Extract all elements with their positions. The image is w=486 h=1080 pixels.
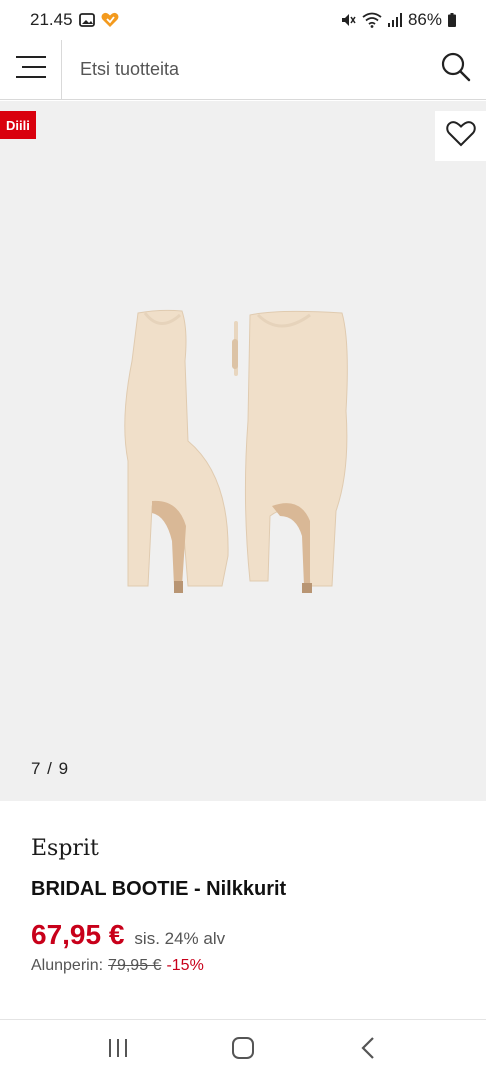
status-time: 21.45 [30,10,73,29]
back-button[interactable] [343,1025,393,1075]
product-brand[interactable]: Esprit [31,836,99,861]
wishlist-heart-icon [445,120,476,152]
heart-badge-icon [101,12,119,28]
signal-icon [387,13,402,27]
back-icon [360,1036,376,1065]
mute-icon [340,12,356,28]
wishlist-button[interactable] [435,111,486,161]
status-right: 86% [340,10,456,30]
menu-button[interactable] [0,39,62,100]
status-left: 21.45 [30,10,119,30]
vat-note: sis. 24% alv [134,929,226,948]
discount-percentage: -15% [166,957,204,974]
original-price: 79,95 € [108,957,162,974]
home-button[interactable] [218,1025,268,1075]
original-price-label: Alunperin: [31,957,104,974]
product-image-gallery[interactable]: Diili 7 / 9 [0,101,486,801]
gallery-icon [78,13,95,27]
original-price-row: Alunperin: 79,95 € -15% [31,957,204,975]
deal-badge: Diili [0,111,36,139]
android-navigation-bar [0,1020,486,1080]
wifi-icon [362,12,382,28]
search-icon [441,52,471,87]
search-header: Etsi tuotteita [0,39,486,100]
recent-apps-icon [107,1038,129,1063]
battery-percentage: 86% [407,10,442,29]
home-icon [231,1036,255,1065]
search-input[interactable]: Etsi tuotteita [62,40,426,100]
current-price: 67,95 € [31,919,125,950]
product-title: BRIDAL BOOTIE - Nilkkurit [31,878,287,900]
product-image [124,309,348,593]
search-button[interactable] [426,40,486,100]
search-placeholder: Etsi tuotteita [80,59,180,79]
recent-apps-button[interactable] [93,1025,143,1075]
price-row: 67,95 € sis. 24% alv [31,919,225,951]
status-bar: 21.45 86% [0,0,486,40]
image-counter: 7 / 9 [31,759,70,778]
battery-icon [448,13,456,27]
menu-icon [15,55,46,84]
